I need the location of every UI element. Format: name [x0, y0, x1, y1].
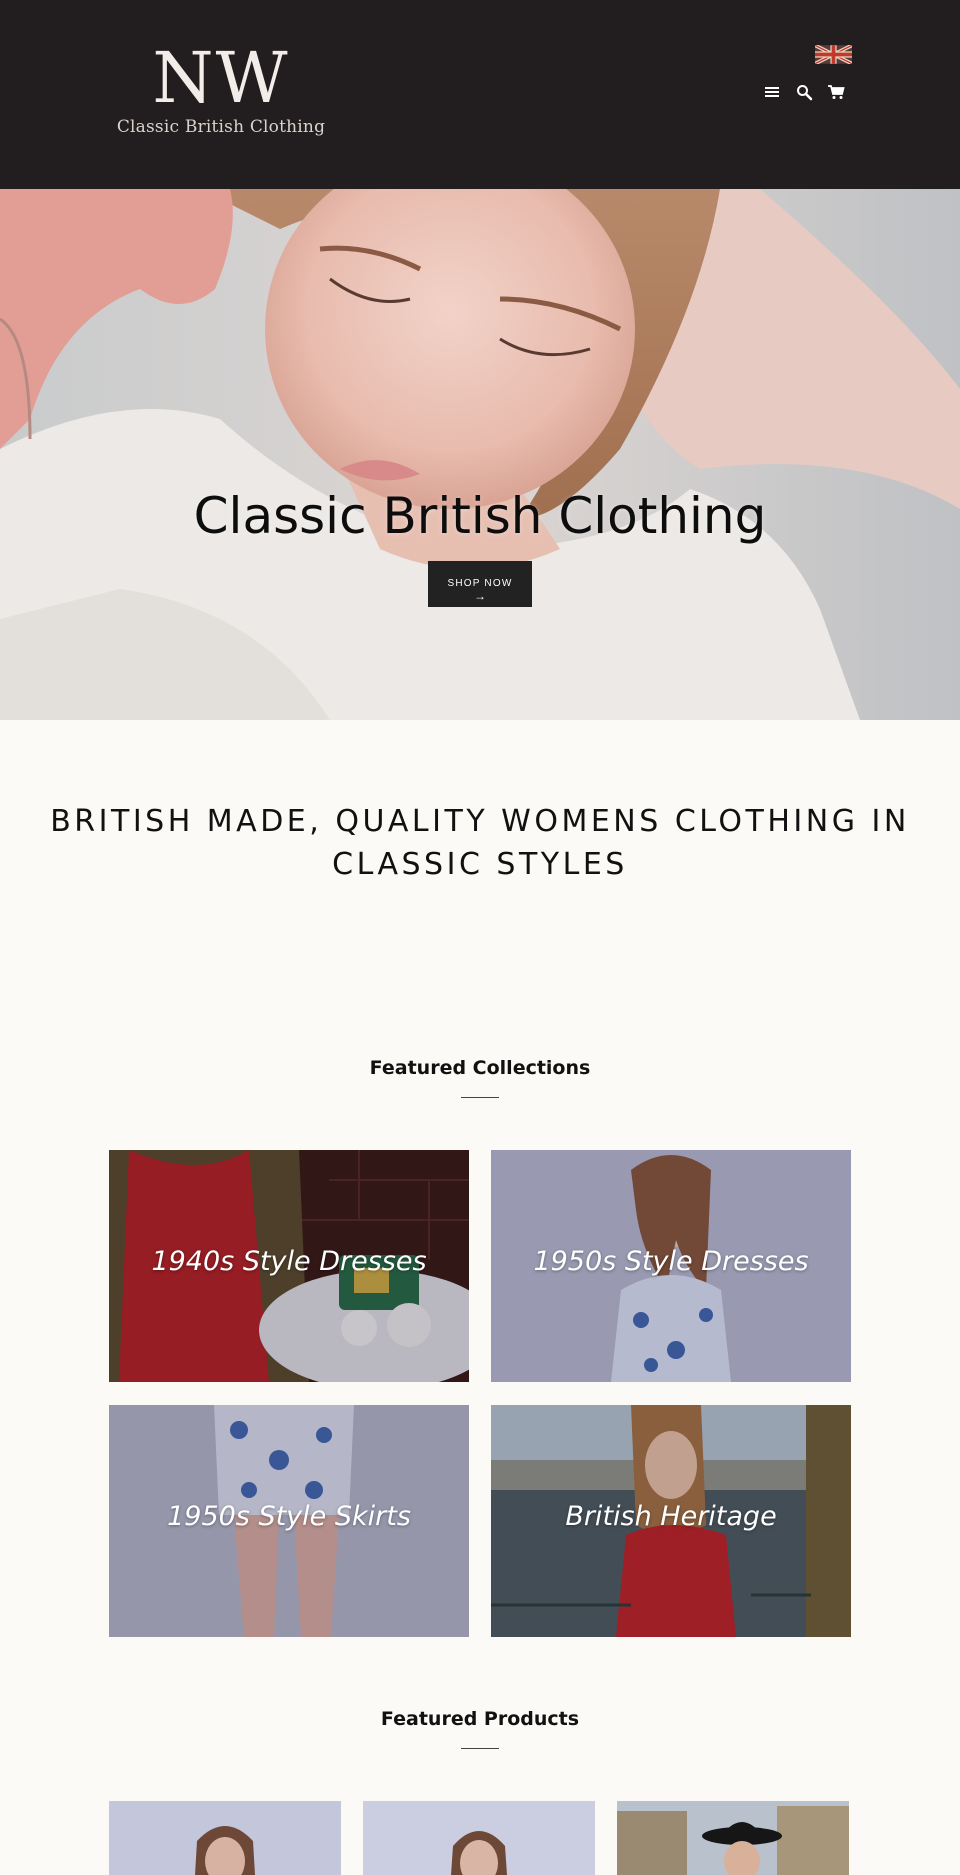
- tagline-heading: BRITISH MADE, QUALITY WOMENS CLOTHING IN…: [50, 804, 910, 882]
- product-card-2[interactable]: [363, 1801, 595, 1875]
- featured-collections-title: Featured Collections: [369, 1057, 591, 1079]
- product-image-3: [617, 1801, 849, 1875]
- featured-products-title: Featured Products: [380, 1708, 580, 1730]
- collection-label: 1950s Style Skirts: [167, 1501, 411, 1532]
- shop-now-button[interactable]: SHOP NOW →: [428, 561, 532, 607]
- product-image-1: [109, 1801, 341, 1875]
- featured-products-divider: [461, 1748, 499, 1749]
- site-header: NW Classic British Clothing: [0, 0, 960, 189]
- collection-label: 1950s Style Dresses: [533, 1246, 809, 1277]
- menu-icon[interactable]: [763, 83, 781, 101]
- uk-flag-icon[interactable]: [815, 45, 852, 64]
- featured-collections-divider: [461, 1097, 499, 1098]
- hero-image: [0, 189, 960, 720]
- collection-tile-1940s-dresses[interactable]: 1940s Style Dresses: [109, 1150, 469, 1382]
- collection-tile-1950s-skirts[interactable]: 1950s Style Skirts: [109, 1405, 469, 1637]
- logo-mark: NW: [152, 37, 290, 119]
- collection-label: 1940s Style Dresses: [151, 1246, 427, 1277]
- search-icon[interactable]: [795, 83, 813, 101]
- arrow-right-icon: →: [474, 588, 486, 603]
- collection-label: British Heritage: [565, 1501, 777, 1532]
- collection-tile-british-heritage[interactable]: British Heritage: [491, 1405, 851, 1637]
- collection-tile-1950s-dresses[interactable]: 1950s Style Dresses: [491, 1150, 851, 1382]
- site-logo[interactable]: NW Classic British Clothing: [110, 40, 332, 138]
- cart-icon[interactable]: [827, 83, 845, 101]
- header-icon-group: [763, 83, 845, 101]
- logo-subtitle: Classic British Clothing: [116, 117, 326, 137]
- product-card-3[interactable]: [617, 1801, 849, 1875]
- shop-now-label: SHOP NOW: [447, 577, 513, 589]
- hero-title: Classic British Clothing: [193, 487, 767, 545]
- product-image-2: [363, 1801, 595, 1875]
- product-card-1[interactable]: [109, 1801, 341, 1875]
- hero-banner: Classic British Clothing SHOP NOW →: [0, 189, 960, 720]
